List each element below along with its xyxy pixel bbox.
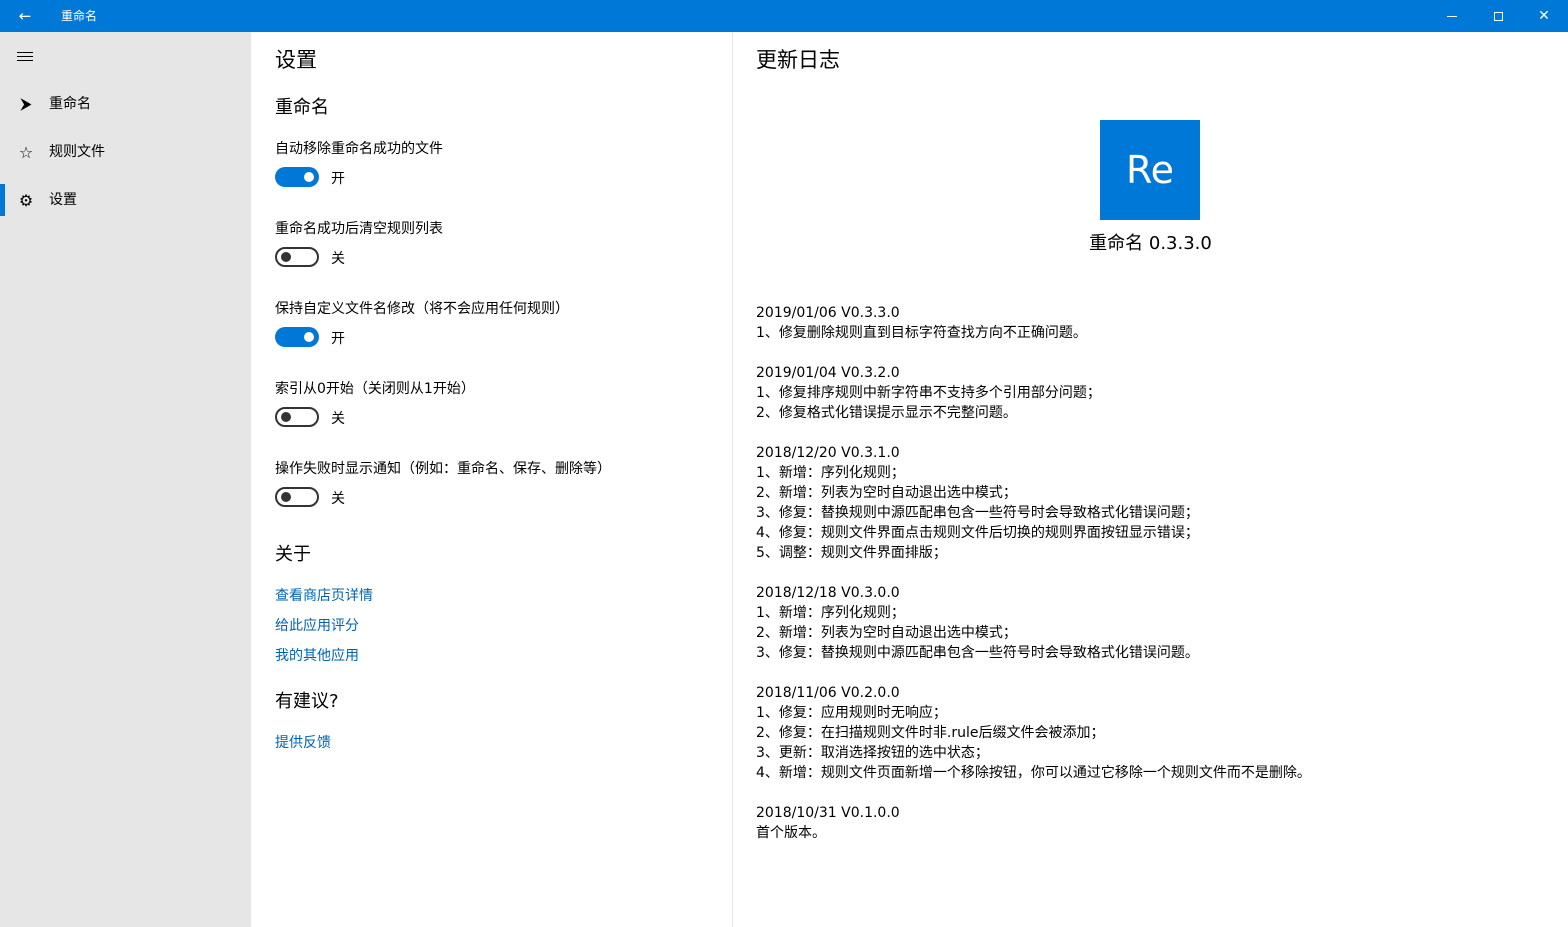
paper-plane-icon: ⮞ — [20, 94, 32, 113]
rate-app-link[interactable]: 给此应用评分 — [275, 615, 359, 635]
sidebar-item-label: 设置 — [49, 192, 77, 208]
sidebar-item-settings[interactable]: ⚙ 设置 — [0, 178, 251, 222]
app-logo-text: Re — [1125, 148, 1175, 192]
changelog-entry-line: 5、调整：规则文件界面排版； — [756, 545, 947, 561]
setting-label: 操作失败时显示通知（例如：重命名、保存、删除等） — [275, 461, 611, 477]
changelog-entry-line: 2、新增：列表为空时自动退出选中模式； — [756, 625, 1017, 641]
toggle-keep-custom-name[interactable] — [275, 327, 319, 347]
sidebar-item-label: 规则文件 — [49, 144, 105, 160]
changelog-list: 2019/01/06 V0.3.3.0 1、修复删除规则直到目标字符查找方向不正确… — [756, 303, 1546, 863]
changelog-entry-line: 3、修复：替换规则中源匹配串包含一些符号时会导致格式化错误问题； — [756, 505, 1199, 521]
changelog-entry-line: 1、新增：序列化规则； — [756, 465, 905, 481]
changelog-entry-header: 2019/01/06 V0.3.3.0 — [756, 305, 900, 321]
changelog-pane: 更新日志 Re 重命名 0.3.3.0 2019/01/06 V0.3.3.0 1… — [733, 32, 1568, 927]
app-logo: Re — [1100, 120, 1200, 220]
sidebar-item-rename[interactable]: ⮞ 重命名 — [0, 82, 251, 126]
changelog-entry: 2019/01/04 V0.3.2.0 1、修复排序规则中新字符串不支持多个引用部… — [756, 363, 1546, 423]
changelog-entry-line: 2、修复：在扫描规则文件时非.rule后缀文件会被添加； — [756, 725, 1105, 741]
toggle-state: 关 — [331, 251, 345, 267]
changelog-entry-line: 1、修复：应用规则时无响应； — [756, 705, 947, 721]
selected-indicator — [0, 184, 5, 216]
section-heading-feedback: 有建议? — [275, 691, 339, 712]
setting-label: 保持自定义文件名修改（将不会应用任何规则） — [275, 301, 569, 317]
changelog-entry-line: 1、修复排序规则中新字符串不支持多个引用部分问题； — [756, 385, 1101, 401]
toggle-clear-rules[interactable] — [275, 247, 319, 267]
changelog-entry: 2018/12/18 V0.3.0.0 1、新增：序列化规则； 2、新增：列表为空时… — [756, 583, 1546, 663]
toggle-knob — [281, 252, 291, 262]
toggle-failure-notify[interactable] — [275, 487, 319, 507]
store-details-link[interactable]: 查看商店页详情 — [275, 585, 373, 605]
changelog-entry-line: 1、新增：序列化规则； — [756, 605, 905, 621]
changelog-entry-line: 2、新增：列表为空时自动退出选中模式； — [756, 485, 1017, 501]
sidebar: ⮞ 重命名 ☆ 规则文件 ⚙ 设置 — [0, 32, 251, 927]
toggle-index-from-zero[interactable] — [275, 407, 319, 427]
page-title: 设置 — [275, 48, 317, 72]
toggle-knob — [304, 172, 314, 182]
window-title: 重命名 — [61, 9, 98, 23]
back-arrow-icon[interactable]: ← — [11, 0, 39, 32]
app-name-version: 重命名 0.3.3.0 — [1089, 233, 1212, 254]
changelog-entry-header: 2018/10/31 V0.1.0.0 — [756, 805, 900, 821]
setting-label: 重命名成功后清空规则列表 — [275, 221, 443, 237]
toggle-state: 开 — [331, 331, 345, 347]
changelog-entry: 2018/10/31 V0.1.0.0 首个版本。 — [756, 803, 1546, 843]
settings-pane: 设置 重命名 自动移除重命名成功的文件 开 重命名成功后清空规则列表 关 保持自… — [251, 32, 732, 927]
minimize-button[interactable] — [1429, 0, 1475, 32]
section-heading-rename: 重命名 — [275, 97, 329, 118]
toggle-knob — [281, 492, 291, 502]
close-button[interactable]: ✕ — [1521, 0, 1567, 32]
section-heading-about: 关于 — [275, 544, 311, 565]
changelog-entry: 2019/01/06 V0.3.3.0 1、修复删除规则直到目标字符查找方向不正确… — [756, 303, 1546, 343]
hamburger-menu-icon[interactable] — [16, 48, 34, 66]
changelog-entry: 2018/12/20 V0.3.1.0 1、新增：序列化规则； 2、新增：列表为空时… — [756, 443, 1546, 563]
changelog-entry-line: 3、修复：替换规则中源匹配串包含一些符号时会导致格式化错误问题。 — [756, 645, 1199, 661]
maximize-button[interactable] — [1475, 0, 1521, 32]
changelog-entry-header: 2018/12/18 V0.3.0.0 — [756, 585, 900, 601]
changelog-title: 更新日志 — [756, 48, 840, 72]
toggle-state: 关 — [331, 491, 345, 507]
toggle-state: 关 — [331, 411, 345, 427]
feedback-link[interactable]: 提供反馈 — [275, 732, 331, 752]
sidebar-item-rule-files[interactable]: ☆ 规则文件 — [0, 130, 251, 174]
setting-label: 索引从0开始（关闭则从1开始） — [275, 381, 475, 397]
changelog-entry-line: 1、修复删除规则直到目标字符查找方向不正确问题。 — [756, 325, 1087, 341]
changelog-entry: 2018/11/06 V0.2.0.0 1、修复：应用规则时无响应； 2、修复：在扫… — [756, 683, 1546, 783]
changelog-entry-line: 4、新增：规则文件页面新增一个移除按钮，你可以通过它移除一个规则文件而不是删除。 — [756, 765, 1311, 781]
changelog-entry-header: 2018/11/06 V0.2.0.0 — [756, 685, 900, 701]
setting-label: 自动移除重命名成功的文件 — [275, 141, 443, 157]
star-icon: ☆ — [18, 142, 34, 162]
changelog-entry-line: 首个版本。 — [756, 825, 826, 841]
changelog-entry-header: 2018/12/20 V0.3.1.0 — [756, 445, 900, 461]
gear-icon: ⚙ — [18, 190, 34, 210]
other-apps-link[interactable]: 我的其他应用 — [275, 645, 359, 665]
toggle-knob — [281, 412, 291, 422]
sidebar-item-label: 重命名 — [49, 96, 91, 112]
title-bar: ← 重命名 ✕ — [0, 0, 1568, 32]
toggle-auto-remove[interactable] — [275, 167, 319, 187]
toggle-knob — [304, 332, 314, 342]
changelog-entry-line: 4、修复：规则文件界面点击规则文件后切换的规则界面按钮显示错误； — [756, 525, 1199, 541]
changelog-entry-line: 3、更新：取消选择按钮的选中状态； — [756, 745, 989, 761]
maximize-icon — [1493, 11, 1503, 21]
changelog-entry-line: 2、修复格式化错误提示显示不完整问题。 — [756, 405, 1017, 421]
changelog-entry-header: 2019/01/04 V0.3.2.0 — [756, 365, 900, 381]
minimize-icon — [1447, 15, 1457, 17]
close-icon: ✕ — [1538, 8, 1550, 24]
toggle-state: 开 — [331, 171, 345, 187]
